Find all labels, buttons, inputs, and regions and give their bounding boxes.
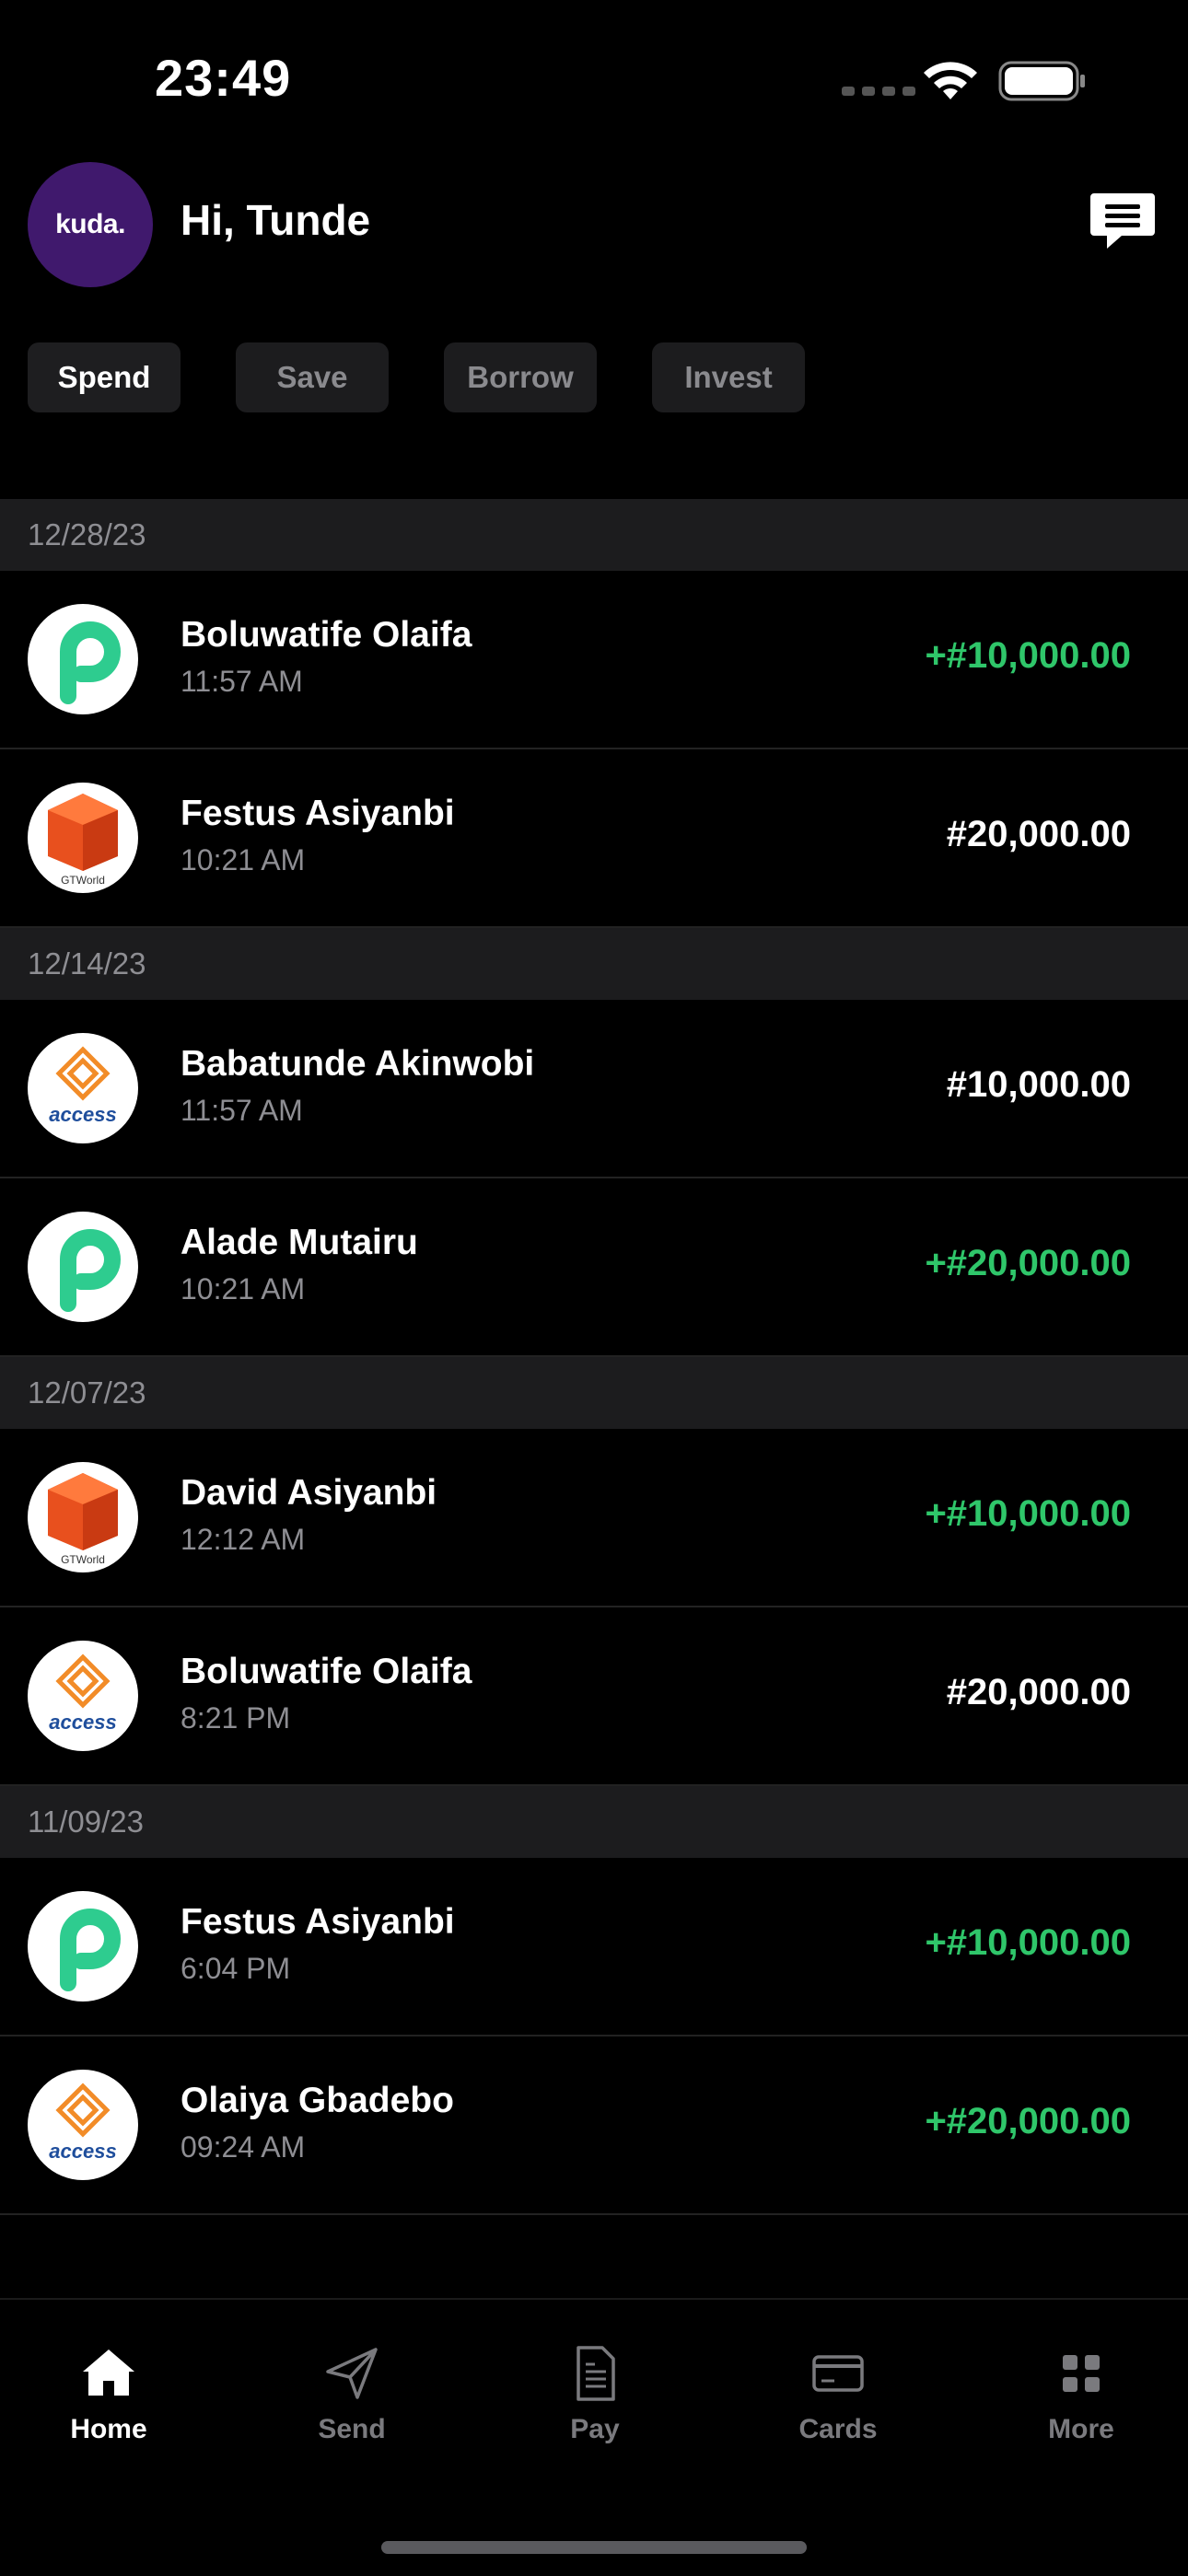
transaction-time: 8:21 PM [181,1701,291,1735]
nav-home-label: Home [70,2414,147,2444]
transaction-amount: +#20,000.00 [925,2101,1131,2141]
transaction-row[interactable]: access Babatunde Akinwobi 11:57 AM #10,000.… [0,1000,1188,1178]
bottom-tab-bar: Home Send Pay Cards More [0,2298,1188,2576]
send-icon [326,2348,378,2399]
tab-invest[interactable]: Invest [652,342,805,412]
transaction-time: 10:21 AM [181,1272,306,1305]
gtworld-logo-icon: GTWorld [28,1462,138,1572]
transaction-time: 11:57 AM [181,665,303,698]
nav-send-label: Send [318,2414,386,2444]
transaction-time: 12:12 AM [181,1523,306,1556]
transaction-name: Olaiya Gbadebo [181,2081,454,2120]
date-header: 12/14/23 [0,928,1188,1000]
p-bank-logo-icon [28,604,138,714]
transaction-row[interactable]: Boluwatife Olaifa 11:57 AM +#10,000.00 [0,571,1188,749]
chat-icon[interactable] [1089,190,1157,254]
date-header: 12/28/23 [0,499,1188,571]
transaction-name: David Asiyanbi [181,1473,437,1513]
cellular-signal-icon [842,87,915,96]
transaction-amount: +#20,000.00 [925,1243,1131,1283]
transaction-name: Boluwatife Olaifa [181,615,472,655]
kuda-logo: kuda. [55,209,125,239]
access-bank-logo-icon: access [28,1641,138,1751]
nav-send[interactable]: Send [260,2344,444,2473]
transaction-time: 11:57 AM [181,1094,303,1127]
transaction-name: Festus Asiyanbi [181,1902,455,1942]
transaction-row[interactable]: access Boluwatife Olaifa 8:21 PM #20,000.00 [0,1607,1188,1786]
p-bank-logo-icon [28,1891,138,2002]
access-label: access [49,1103,116,1126]
transaction-amount: #20,000.00 [946,814,1131,854]
nav-home[interactable]: Home [17,2344,201,2473]
transaction-row[interactable]: Festus Asiyanbi 6:04 PM +#10,000.00 [0,1858,1188,2036]
nav-cards-label: Cards [798,2414,878,2444]
status-time: 23:49 [155,49,292,107]
p-bank-logo-icon [28,1212,138,1322]
transaction-time: 09:24 AM [181,2130,306,2164]
transaction-name: Alade Mutairu [181,1223,418,1262]
gtworld-logo-icon: GTWorld [28,783,138,893]
nav-cards[interactable]: Cards [746,2344,930,2473]
transaction-amount: #10,000.00 [946,1064,1131,1105]
transaction-amount: #20,000.00 [946,1672,1131,1712]
access-bank-logo-icon: access [28,2070,138,2180]
home-indicator [381,2541,807,2554]
access-label: access [49,2140,116,2163]
transaction-row[interactable]: GTWorld Festus Asiyanbi 10:21 AM #20,000.00 [0,749,1188,928]
header: kuda. Hi, Tunde [0,162,1188,291]
pay-icon [577,2346,615,2401]
transaction-name: Babatunde Akinwobi [181,1044,535,1084]
gtworld-label: GTWorld [61,874,105,887]
access-label: access [49,1711,116,1734]
tab-borrow[interactable]: Borrow [444,342,597,412]
wifi-icon [924,62,977,99]
transaction-row[interactable]: access Olaiya Gbadebo 09:24 AM +#20,000.00 [0,2036,1188,2215]
battery-icon [998,61,1085,101]
home-icon [83,2350,134,2396]
transaction-row[interactable]: GTWorld David Asiyanbi 12:12 AM +#10,000.00 [0,1429,1188,1607]
tab-spend[interactable]: Spend [28,342,181,412]
transaction-time: 6:04 PM [181,1952,291,1985]
transaction-time: 10:21 AM [181,843,306,876]
transaction-name: Festus Asiyanbi [181,794,455,833]
date-header: 11/09/23 [0,1786,1188,1858]
nav-pay-label: Pay [570,2414,620,2444]
transaction-amount: +#10,000.00 [925,635,1131,676]
gtworld-label: GTWorld [61,1553,105,1566]
greeting: Hi, Tunde [181,196,371,244]
transaction-name: Boluwatife Olaifa [181,1652,472,1691]
avatar[interactable]: kuda. [28,162,153,287]
transaction-amount: +#10,000.00 [925,1493,1131,1534]
nav-pay[interactable]: Pay [503,2344,687,2473]
tab-save[interactable]: Save [236,342,389,412]
transaction-list: 12/28/23 Boluwatife Olaifa 11:57 AM +#10,00… [0,499,1188,2215]
access-bank-logo-icon: access [28,1033,138,1143]
nav-more-label: More [1048,2414,1114,2444]
status-bar: 23:49 [0,0,1188,157]
account-tabs: Spend Save Borrow Invest [28,342,805,412]
more-icon [1063,2355,1100,2392]
transaction-row[interactable]: Alade Mutairu 10:21 AM +#20,000.00 [0,1178,1188,1357]
cards-icon [812,2355,864,2392]
nav-more[interactable]: More [989,2344,1173,2473]
transaction-amount: +#10,000.00 [925,1922,1131,1963]
date-header: 12/07/23 [0,1357,1188,1429]
